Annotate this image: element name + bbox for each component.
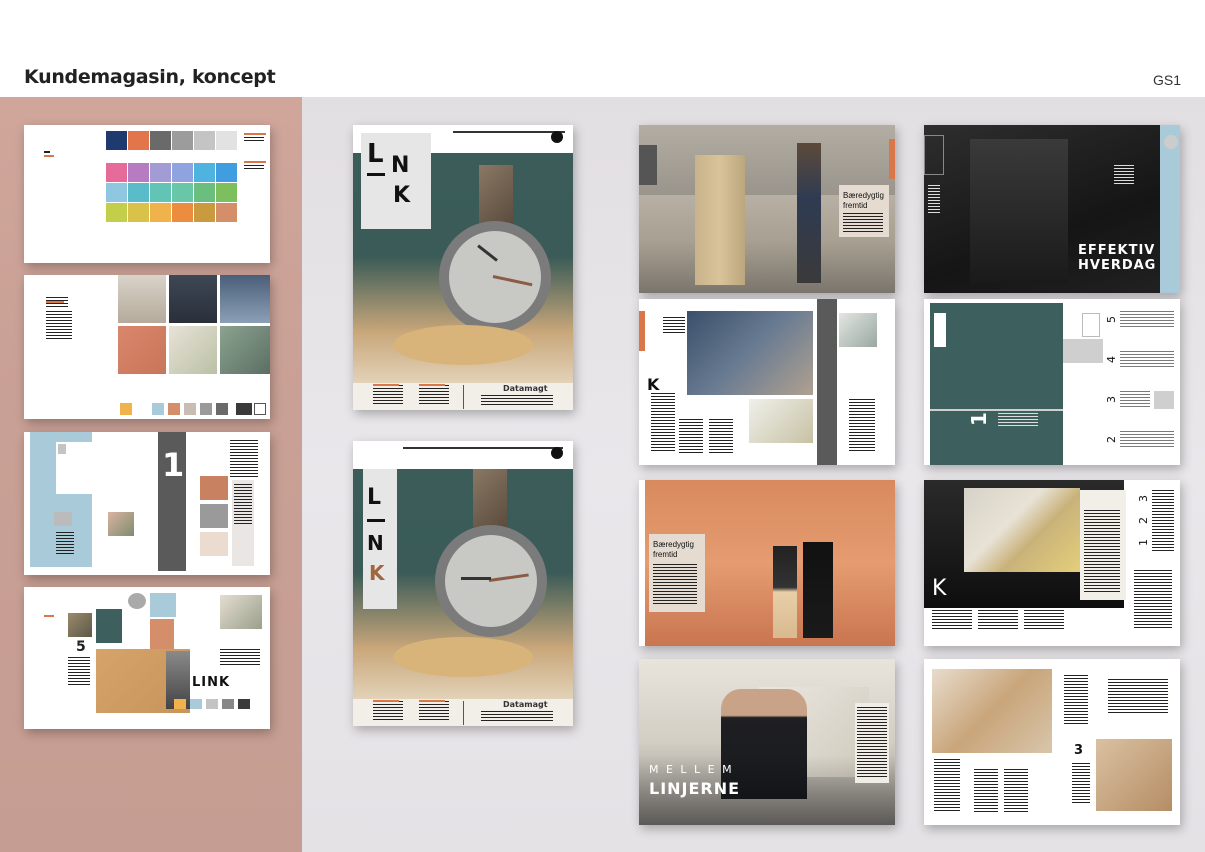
link-sample-page: 5 LINK <box>24 587 270 729</box>
palette-swatch <box>172 203 193 222</box>
spread-shop-photo: K 3 2 1 <box>924 480 1180 646</box>
shop-number-1: 1 <box>1137 539 1150 546</box>
spreads-panel: L N K Datamagt L N K Datamagt Bæredygtig… <box>302 97 1205 852</box>
spread-box-photo: 3 <box>924 659 1180 825</box>
effektiv-headline: EFFEKTIV <box>1078 243 1156 258</box>
spread-teal-numbers: 1 5 4 3 2 <box>924 299 1180 465</box>
palette-swatch <box>172 183 193 202</box>
cover-alt-feature: Datamagt <box>503 700 548 709</box>
palette-swatch <box>216 131 237 150</box>
palette-swatch <box>106 163 127 182</box>
palette-swatch <box>128 163 149 182</box>
drop-cap-k-2: K <box>932 576 947 601</box>
cover-alt-logo-k: K <box>369 561 385 585</box>
color-palette <box>106 131 240 231</box>
layout-sample-page: 1 <box>24 432 270 575</box>
shop-number-3: 3 <box>1137 495 1150 502</box>
header: Kundemagasin, koncept GS1 <box>0 0 1205 97</box>
palette-swatch <box>216 183 237 202</box>
palette-swatch <box>216 203 237 222</box>
palette-swatch <box>106 183 127 202</box>
palette-swatch <box>150 131 171 150</box>
palette-swatch <box>128 203 149 222</box>
sample-number-5: 5 <box>76 639 86 655</box>
cover-alt-logo-l: L <box>367 485 382 510</box>
palette-swatch <box>216 163 237 182</box>
palette-swatch <box>172 131 193 150</box>
palette-swatch <box>106 131 127 150</box>
palette-swatch <box>194 131 215 150</box>
cover-logo-l: L <box>367 139 384 169</box>
big-number-one: 1 <box>162 446 185 484</box>
palette-page <box>24 125 270 263</box>
drop-cap-k-1: K <box>647 375 660 394</box>
moodboard-page <box>24 275 270 419</box>
palette-swatch <box>194 203 215 222</box>
palette-swatch <box>150 203 171 222</box>
page-code: GS1 <box>1152 72 1181 88</box>
cover-primary: L N K Datamagt <box>353 125 573 410</box>
cover-feature: Datamagt <box>503 384 548 393</box>
shop-number-2: 2 <box>1137 517 1150 524</box>
link-wordmark: LINK <box>192 675 231 690</box>
palette-swatch <box>194 163 215 182</box>
box-number-3: 3 <box>1074 743 1084 758</box>
palette-swatch <box>128 131 149 150</box>
list-number-4: 4 <box>1105 356 1118 363</box>
spread-child-photo: K <box>639 299 895 465</box>
teal-number-1: 1 <box>966 412 991 426</box>
mellem-headline: M E L L E M <box>649 763 734 776</box>
list-number-5: 5 <box>1105 316 1118 323</box>
spread-portrait-office: M E L L E M LINJERNE <box>639 659 895 825</box>
palette-swatch <box>150 183 171 202</box>
cover-alt-logo-n: N <box>367 531 384 555</box>
spread-orange-tunnel: Bæredygtig fremtid <box>639 480 895 646</box>
cover-logo-k: K <box>393 183 411 208</box>
hverdag-headline: HVERDAG <box>1078 258 1157 273</box>
palette-swatch <box>106 203 127 222</box>
list-number-2: 2 <box>1105 436 1118 443</box>
story-heading-2: Bæredygtig fremtid <box>653 540 694 559</box>
spread-effektiv-hverdag: EFFEKTIV HVERDAG <box>924 125 1180 293</box>
page-title: Kundemagasin, koncept <box>24 66 276 88</box>
palette-swatch <box>128 183 149 202</box>
list-number-3: 3 <box>1105 396 1118 403</box>
cover-logo-n: N <box>391 153 410 178</box>
linjerne-headline: LINJERNE <box>649 779 741 798</box>
palette-swatch <box>172 163 193 182</box>
cover-alternate: L N K Datamagt <box>353 441 573 726</box>
palette-swatch <box>194 183 215 202</box>
spread-street-photo: Bæredygtig fremtid <box>639 125 895 293</box>
story-heading-1: Bæredygtig fremtid <box>843 191 884 210</box>
palette-swatch <box>150 163 171 182</box>
style-guide-panel: 1 5 LINK <box>0 97 302 852</box>
